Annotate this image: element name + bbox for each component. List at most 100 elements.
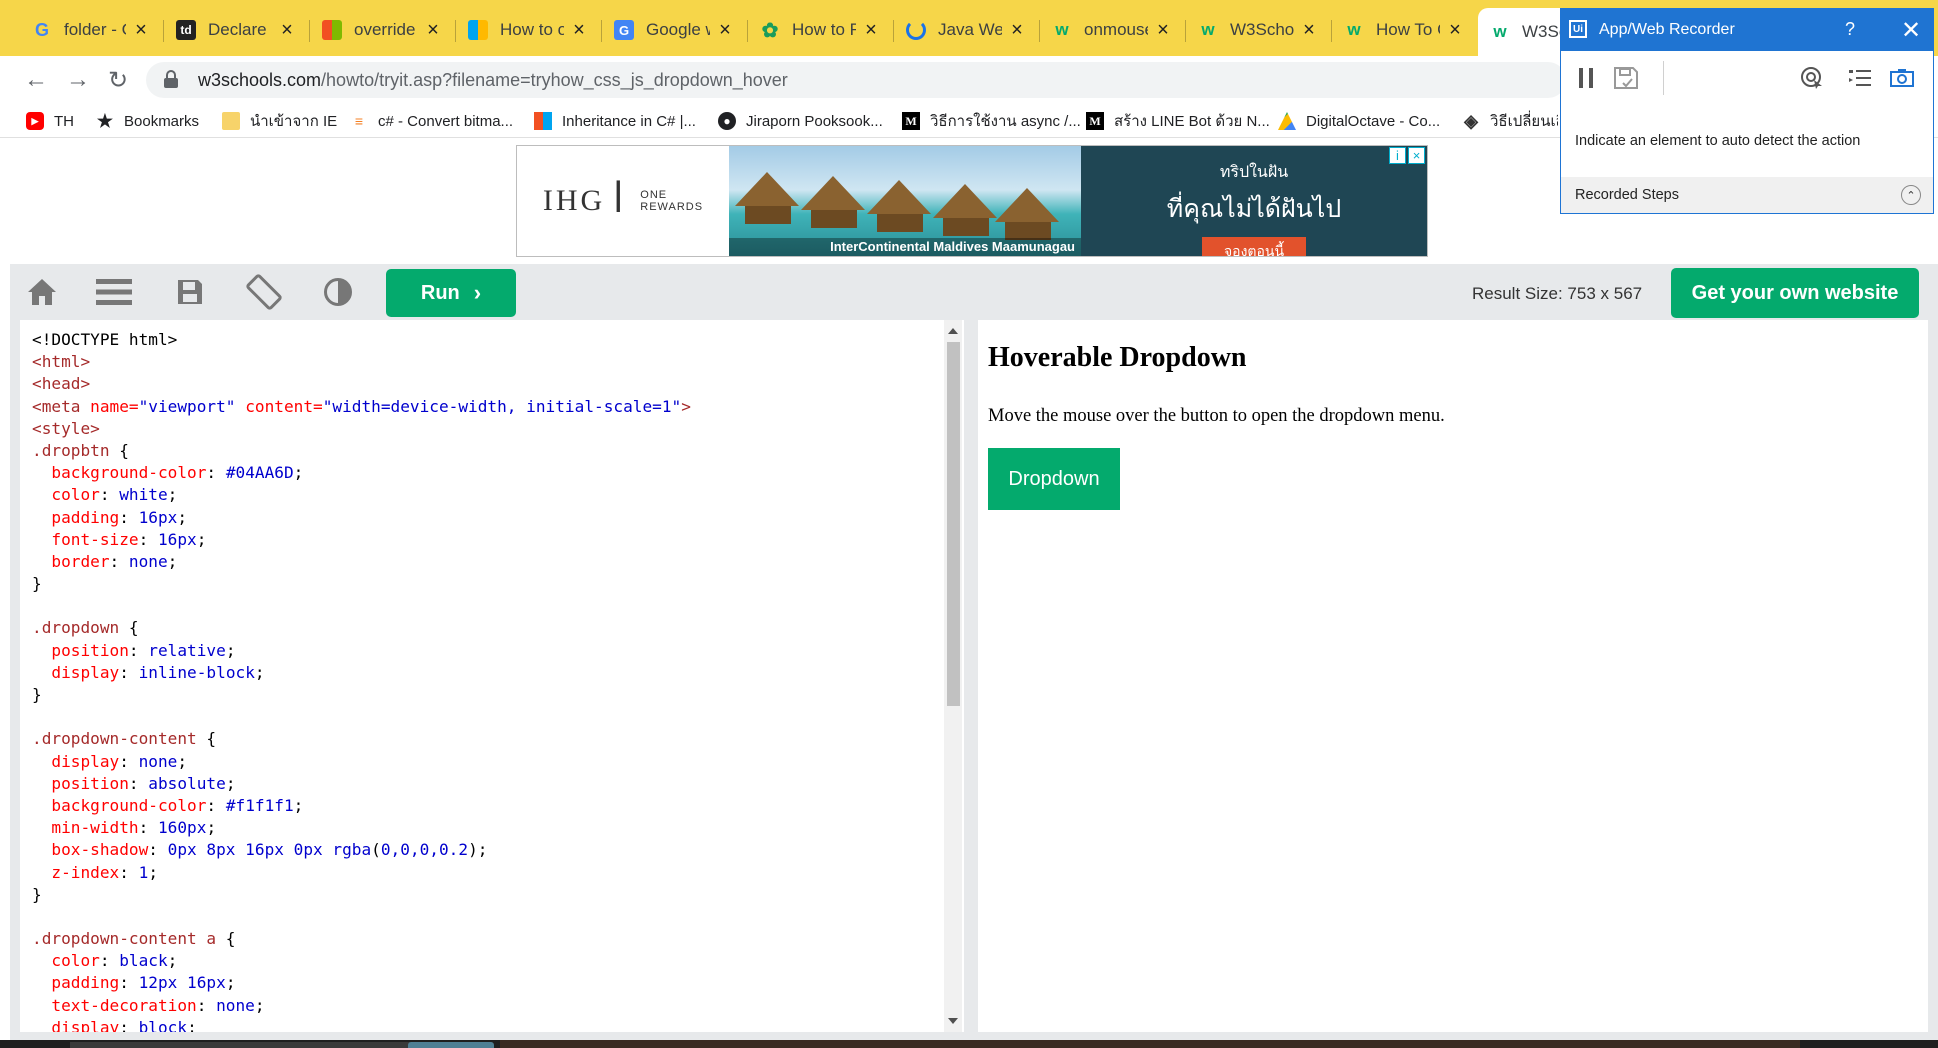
code-line[interactable]: min-width: 160px;	[32, 817, 691, 839]
bookmark-item[interactable]: ▶ TH	[26, 108, 74, 134]
ad-close-icon[interactable]: ×	[1408, 147, 1425, 164]
rotate-icon[interactable]	[244, 274, 284, 310]
code-line[interactable]: z-index: 1;	[32, 862, 691, 884]
browser-tab[interactable]: G folder - G ×	[20, 10, 162, 50]
save-icon[interactable]	[170, 274, 210, 310]
code-content[interactable]: <!DOCTYPE html> <html> <head> <meta name="v…	[32, 329, 691, 1032]
close-icon[interactable]: ×	[1008, 19, 1026, 42]
code-line[interactable]: <!DOCTYPE html>	[32, 329, 691, 351]
code-line[interactable]: <meta name="viewport" content="width=dev…	[32, 396, 691, 418]
code-line[interactable]: }	[32, 884, 691, 906]
code-line[interactable]: display: inline-block;	[32, 662, 691, 684]
browser-tab[interactable]: w How To C ×	[1332, 10, 1476, 50]
get-your-own-website-button[interactable]: Get your own website	[1671, 268, 1919, 318]
bookmark-item[interactable]: ◈ วิธีเปลี่ยนเสีย	[1462, 108, 1558, 134]
ad-cta-button[interactable]: จองตอนนี้	[1201, 237, 1307, 256]
code-line[interactable]: <style>	[32, 418, 691, 440]
scroll-down-icon[interactable]	[948, 1018, 958, 1024]
close-icon[interactable]: ×	[862, 19, 880, 42]
home-icon[interactable]	[22, 274, 62, 310]
code-line[interactable]: .dropbtn {	[32, 440, 691, 462]
code-line[interactable]: display: block;	[32, 1017, 691, 1032]
taskbar-item[interactable]	[408, 1042, 494, 1048]
ad-banner[interactable]: IHG ꟾ ONE REWARDS InterContinental Maldiv…	[516, 145, 1428, 257]
code-line[interactable]: padding: 16px;	[32, 507, 691, 529]
bookmark-item[interactable]: Inheritance in C# |...	[534, 108, 696, 134]
bookmark-item[interactable]: นำเข้าจาก IE	[222, 108, 337, 134]
scroll-up-icon[interactable]	[948, 328, 958, 334]
address-bar[interactable]: w3schools.com/howto/tryit.asp?filename=t…	[146, 62, 1566, 98]
close-icon[interactable]: ×	[1300, 19, 1318, 42]
code-line[interactable]: background-color: #f1f1f1;	[32, 795, 691, 817]
close-icon[interactable]: ×	[278, 19, 296, 42]
code-line[interactable]: font-size: 16px;	[32, 529, 691, 551]
code-token: 16px	[157, 529, 197, 549]
run-button[interactable]: Run ›	[386, 269, 516, 317]
back-icon[interactable]: ←	[18, 62, 54, 98]
code-line[interactable]: }	[32, 573, 691, 595]
bookmark-item[interactable]: M สร้าง LINE Bot ด้วย N...	[1086, 108, 1270, 134]
recorded-steps-header[interactable]: Recorded Steps ⌃	[1561, 177, 1933, 213]
code-line[interactable]: <html>	[32, 351, 691, 373]
browser-tab[interactable]: td Declare a ×	[164, 10, 308, 50]
browser-tab[interactable]: How to o ×	[456, 10, 600, 50]
code-line[interactable]: padding: 12px 16px;	[32, 972, 691, 994]
code-line[interactable]: .dropdown {	[32, 617, 691, 639]
code-line[interactable]: <head>	[32, 373, 691, 395]
browser-tab[interactable]: w onmouse ×	[1040, 10, 1184, 50]
target-icon[interactable]	[1797, 63, 1827, 93]
bookmark-item[interactable]: DigitalOctave - Co...	[1278, 108, 1440, 134]
bookmark-item[interactable]: ≡ c# - Convert bitma...	[350, 108, 513, 134]
help-icon[interactable]: ?	[1845, 19, 1855, 40]
chevron-up-icon[interactable]: ⌃	[1901, 185, 1921, 205]
ad-info-icon[interactable]: i	[1389, 147, 1406, 164]
forward-icon[interactable]: →	[60, 62, 96, 98]
close-icon[interactable]: ×	[716, 19, 734, 42]
code-line[interactable]	[32, 595, 691, 617]
code-line[interactable]: .dropdown-content a {	[32, 928, 691, 950]
save-recording-icon[interactable]	[1611, 63, 1641, 93]
code-line[interactable]: color: black;	[32, 950, 691, 972]
menu-icon[interactable]	[94, 274, 134, 310]
browser-tab[interactable]: ✿ How to F ×	[748, 10, 892, 50]
close-icon[interactable]: ×	[132, 19, 150, 42]
code-line[interactable]: text-decoration: none;	[32, 995, 691, 1017]
bookmark-item[interactable]: ● Jiraporn Pooksook...	[718, 108, 883, 134]
close-icon[interactable]: ×	[1446, 19, 1464, 42]
code-line[interactable]: }	[32, 684, 691, 706]
code-token: 0px 8px 16px 0px rgba	[167, 840, 372, 860]
address-path: /howto/tryit.asp?filename=tryhow_css_js_…	[321, 69, 788, 90]
browser-tab[interactable]: G Google w ×	[602, 10, 746, 50]
browser-tab[interactable]: override ×	[310, 10, 454, 50]
code-line[interactable]: position: absolute;	[32, 773, 691, 795]
code-scrollbar[interactable]	[944, 320, 962, 1032]
reload-icon[interactable]: ↻	[100, 62, 136, 98]
code-line[interactable]: border: none;	[32, 551, 691, 573]
code-line[interactable]: position: relative;	[32, 640, 691, 662]
code-line[interactable]	[32, 706, 691, 728]
code-token: ;	[206, 818, 217, 838]
browser-tab[interactable]: w W3Schoo ×	[1186, 10, 1330, 50]
code-line[interactable]: box-shadow: 0px 8px 16px 0px rgba(0,0,0,…	[32, 839, 691, 861]
code-line[interactable]	[32, 906, 691, 928]
code-line[interactable]: display: none;	[32, 751, 691, 773]
dropdown-button[interactable]: Dropdown	[988, 448, 1120, 510]
code-editor[interactable]: <!DOCTYPE html> <html> <head> <meta name="v…	[20, 320, 964, 1032]
close-icon[interactable]: ×	[1154, 19, 1172, 42]
code-line[interactable]: background-color: #04AA6D;	[32, 462, 691, 484]
list-settings-icon[interactable]	[1845, 63, 1875, 93]
scroll-thumb[interactable]	[947, 342, 960, 706]
ad-photo-hut	[995, 188, 1059, 222]
close-icon[interactable]: ✕	[1901, 16, 1921, 45]
browser-tab[interactable]: Java Web ×	[894, 10, 1038, 50]
screen-capture-icon[interactable]	[1887, 63, 1917, 93]
code-line[interactable]: color: white;	[32, 484, 691, 506]
taskbar-item[interactable]	[70, 1042, 410, 1048]
pause-icon[interactable]	[1571, 63, 1601, 93]
close-icon[interactable]: ×	[570, 19, 588, 42]
contrast-icon[interactable]	[318, 274, 358, 310]
bookmark-item[interactable]: ★ Bookmarks	[96, 108, 199, 134]
close-icon[interactable]: ×	[424, 19, 442, 42]
code-line[interactable]: .dropdown-content {	[32, 728, 691, 750]
bookmark-item[interactable]: M วิธีการใช้งาน async /...	[902, 108, 1081, 134]
